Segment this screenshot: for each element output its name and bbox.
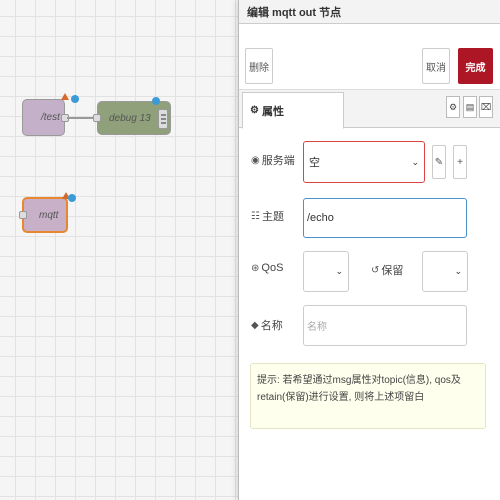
chevron-down-icon: ⌄ xyxy=(411,156,419,167)
tab-appearance-icon[interactable]: ⌧ xyxy=(479,96,493,118)
tray-title: 编辑 mqtt out 节点 xyxy=(239,0,500,24)
tag-icon: ◆ xyxy=(251,319,259,331)
inject-node[interactable]: /test xyxy=(22,93,79,136)
done-button[interactable]: 完成 xyxy=(458,48,493,84)
pencil-icon: ✎ xyxy=(434,156,444,168)
server-row: ◉ 服务端 xyxy=(251,152,295,168)
topic-input[interactable]: /echo xyxy=(303,198,467,238)
gear-icon: ⚙ xyxy=(250,105,259,116)
add-server-button[interactable]: + xyxy=(453,145,467,179)
server-label: ◉ 服务端 xyxy=(251,154,295,168)
tasks-icon: ☷ xyxy=(251,210,260,222)
globe-icon: ◉ xyxy=(251,154,260,166)
form-tip: 提示: 若希望通过msg属性对topic(信息), qos及retain(保留)… xyxy=(250,363,486,429)
qos-label: ⊛ QoS xyxy=(251,262,284,274)
cancel-button[interactable]: 取消 xyxy=(422,48,450,84)
qos-row: ⊛ QoS xyxy=(251,262,283,274)
retain-select[interactable]: ⌄ xyxy=(422,251,468,292)
flow-workspace[interactable]: /test debug 13 mqtt xyxy=(0,0,238,500)
server-select-value: 空 xyxy=(309,157,320,169)
delete-button[interactable]: 删除 xyxy=(245,48,273,84)
edit-server-button[interactable]: ✎ xyxy=(432,145,446,179)
input-port[interactable] xyxy=(93,114,101,122)
chevron-down-icon: ⌄ xyxy=(335,266,343,276)
retain-row: ↺ 保留 xyxy=(371,262,403,278)
status-dot-icon xyxy=(71,95,79,103)
name-label: ◆ 名称 xyxy=(251,319,283,333)
empire-icon: ⊛ xyxy=(251,262,260,274)
qos-select[interactable]: ⌄ xyxy=(303,251,349,292)
name-row: ◆ 名称 xyxy=(251,317,283,333)
tray-tabs: ⚙ 属性 ⚙ ▤ ⌧ xyxy=(239,90,500,129)
plus-icon: + xyxy=(457,156,463,168)
tab-description-icon[interactable]: ▤ xyxy=(463,96,477,118)
history-icon: ↺ xyxy=(371,264,380,276)
tab-properties-label: 属性 xyxy=(261,105,284,118)
topic-label: ☷ 主题 xyxy=(251,210,284,224)
topic-row: ☷ 主题 xyxy=(251,208,284,224)
changed-marker-icon xyxy=(61,93,69,100)
mqtt-out-node[interactable]: mqtt xyxy=(19,192,76,233)
inject-node-label: /test xyxy=(41,112,60,123)
tab-properties[interactable]: ⚙ 属性 xyxy=(242,92,344,129)
status-dot-icon xyxy=(152,97,160,105)
tray-toolbar: 删除 取消 完成 xyxy=(239,24,500,90)
debug-node-label: debug 13 xyxy=(109,112,151,124)
server-select[interactable]: 空 ⌄ xyxy=(303,141,425,183)
retain-label: ↺ 保留 xyxy=(371,264,404,278)
debug-node[interactable]: debug 13 xyxy=(93,97,171,135)
tab-settings-gear-icon[interactable]: ⚙ xyxy=(446,96,460,118)
chevron-down-icon: ⌄ xyxy=(454,266,462,276)
name-input[interactable]: 名称 xyxy=(303,305,467,346)
debug-toggle-button[interactable] xyxy=(158,109,168,129)
mqtt-node-label: mqtt xyxy=(39,209,59,221)
status-dot-icon xyxy=(68,194,76,202)
input-port[interactable] xyxy=(19,211,27,219)
edit-tray: 编辑 mqtt out 节点 删除 取消 完成 ⚙ 属性 ⚙ ▤ ⌧ ◉ 服务端… xyxy=(238,0,500,500)
